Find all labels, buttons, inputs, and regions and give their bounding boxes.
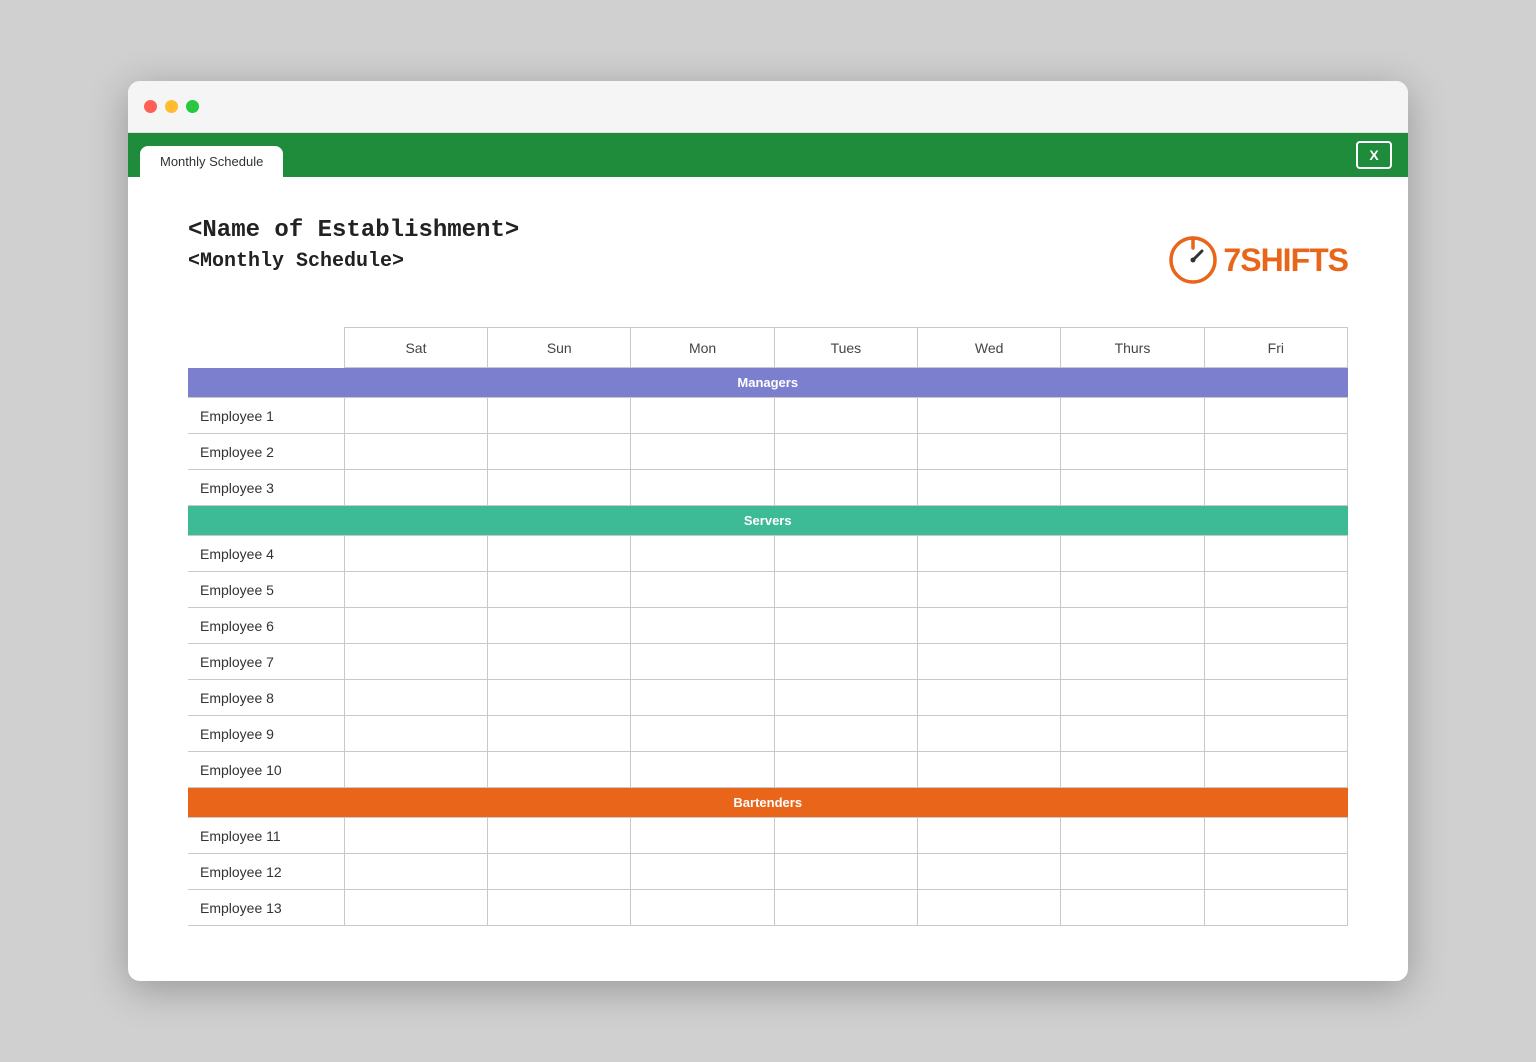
cell-e3-mon — [631, 470, 774, 506]
employee-name: Employee 13 — [188, 890, 344, 926]
cell-e3-tues — [774, 470, 917, 506]
table-row: Employee 11 — [188, 818, 1348, 854]
cell-e1-sun — [488, 398, 631, 434]
table-row: Employee 7 — [188, 644, 1348, 680]
logo-text: 7SHIFTS — [1223, 242, 1348, 279]
managers-label: Managers — [188, 368, 1348, 398]
table-row: Employee 5 — [188, 572, 1348, 608]
bartenders-section-header: Bartenders — [188, 788, 1348, 818]
employee-name: Employee 1 — [188, 398, 344, 434]
browser-bar: Monthly Schedule X — [128, 133, 1408, 177]
cell-e3-wed — [918, 470, 1061, 506]
logo-icon — [1169, 236, 1217, 284]
table-row: Employee 6 — [188, 608, 1348, 644]
table-header-row: Sat Sun Mon Tues Wed Thurs Fri — [188, 328, 1348, 368]
title-logo-row: <Name of Establishment> <Monthly Schedul… — [188, 217, 1348, 303]
cell-e1-fri — [1204, 398, 1347, 434]
employee-name: Employee 6 — [188, 608, 344, 644]
cell-e2-sun — [488, 434, 631, 470]
logo-area: 7SHIFTS — [1169, 236, 1348, 284]
cell-e2-sat — [344, 434, 487, 470]
table-row: Employee 2 — [188, 434, 1348, 470]
cell-e3-thurs — [1061, 470, 1204, 506]
traffic-lights — [144, 100, 199, 113]
cell-e1-sat — [344, 398, 487, 434]
cell-e3-sun — [488, 470, 631, 506]
table-row: Employee 4 — [188, 536, 1348, 572]
cell-e1-thurs — [1061, 398, 1204, 434]
managers-section-header: Managers — [188, 368, 1348, 398]
cell-e2-fri — [1204, 434, 1347, 470]
title-bar — [128, 81, 1408, 133]
maximize-button[interactable] — [186, 100, 199, 113]
name-column-header — [188, 328, 344, 368]
cell-e3-fri — [1204, 470, 1347, 506]
employee-name: Employee 10 — [188, 752, 344, 788]
table-row: Employee 3 — [188, 470, 1348, 506]
table-row: Employee 9 — [188, 716, 1348, 752]
schedule-table: Sat Sun Mon Tues Wed Thurs Fri Managers … — [188, 327, 1348, 926]
employee-name: Employee 3 — [188, 470, 344, 506]
schedule-title: <Monthly Schedule> — [188, 250, 1169, 273]
table-row: Employee 10 — [188, 752, 1348, 788]
app-window: Monthly Schedule X <Name of Establishmen… — [128, 81, 1408, 981]
day-sat-header: Sat — [344, 328, 487, 368]
excel-export-button[interactable]: X — [1356, 141, 1392, 169]
employee-name: Employee 12 — [188, 854, 344, 890]
minimize-button[interactable] — [165, 100, 178, 113]
day-fri-header: Fri — [1204, 328, 1347, 368]
employee-name: Employee 9 — [188, 716, 344, 752]
servers-section-header: Servers — [188, 506, 1348, 536]
day-wed-header: Wed — [918, 328, 1061, 368]
table-row: Employee 8 — [188, 680, 1348, 716]
employee-name: Employee 8 — [188, 680, 344, 716]
main-content: <Name of Establishment> <Monthly Schedul… — [128, 177, 1408, 981]
cell-e1-tues — [774, 398, 917, 434]
cell-e2-thurs — [1061, 434, 1204, 470]
cell-e2-wed — [918, 434, 1061, 470]
logo-number: 7 — [1223, 242, 1240, 278]
cell-e2-tues — [774, 434, 917, 470]
title-section: <Name of Establishment> <Monthly Schedul… — [188, 217, 1169, 303]
table-row: Employee 13 — [188, 890, 1348, 926]
cell-e2-mon — [631, 434, 774, 470]
establishment-name: <Name of Establishment> — [188, 217, 1169, 244]
day-mon-header: Mon — [631, 328, 774, 368]
day-thurs-header: Thurs — [1061, 328, 1204, 368]
table-row: Employee 1 — [188, 398, 1348, 434]
cell-e3-sat — [344, 470, 487, 506]
employee-name: Employee 11 — [188, 818, 344, 854]
employee-name: Employee 7 — [188, 644, 344, 680]
logo-brand: SHIFTS — [1240, 242, 1348, 278]
table-row: Employee 12 — [188, 854, 1348, 890]
browser-tab[interactable]: Monthly Schedule — [140, 146, 283, 177]
servers-label: Servers — [188, 506, 1348, 536]
cell-e1-wed — [918, 398, 1061, 434]
excel-icon: X — [1369, 147, 1378, 163]
employee-name: Employee 4 — [188, 536, 344, 572]
cell-e1-mon — [631, 398, 774, 434]
close-button[interactable] — [144, 100, 157, 113]
tab-label: Monthly Schedule — [160, 154, 263, 169]
employee-name: Employee 5 — [188, 572, 344, 608]
bartenders-label: Bartenders — [188, 788, 1348, 818]
day-tues-header: Tues — [774, 328, 917, 368]
day-sun-header: Sun — [488, 328, 631, 368]
employee-name: Employee 2 — [188, 434, 344, 470]
